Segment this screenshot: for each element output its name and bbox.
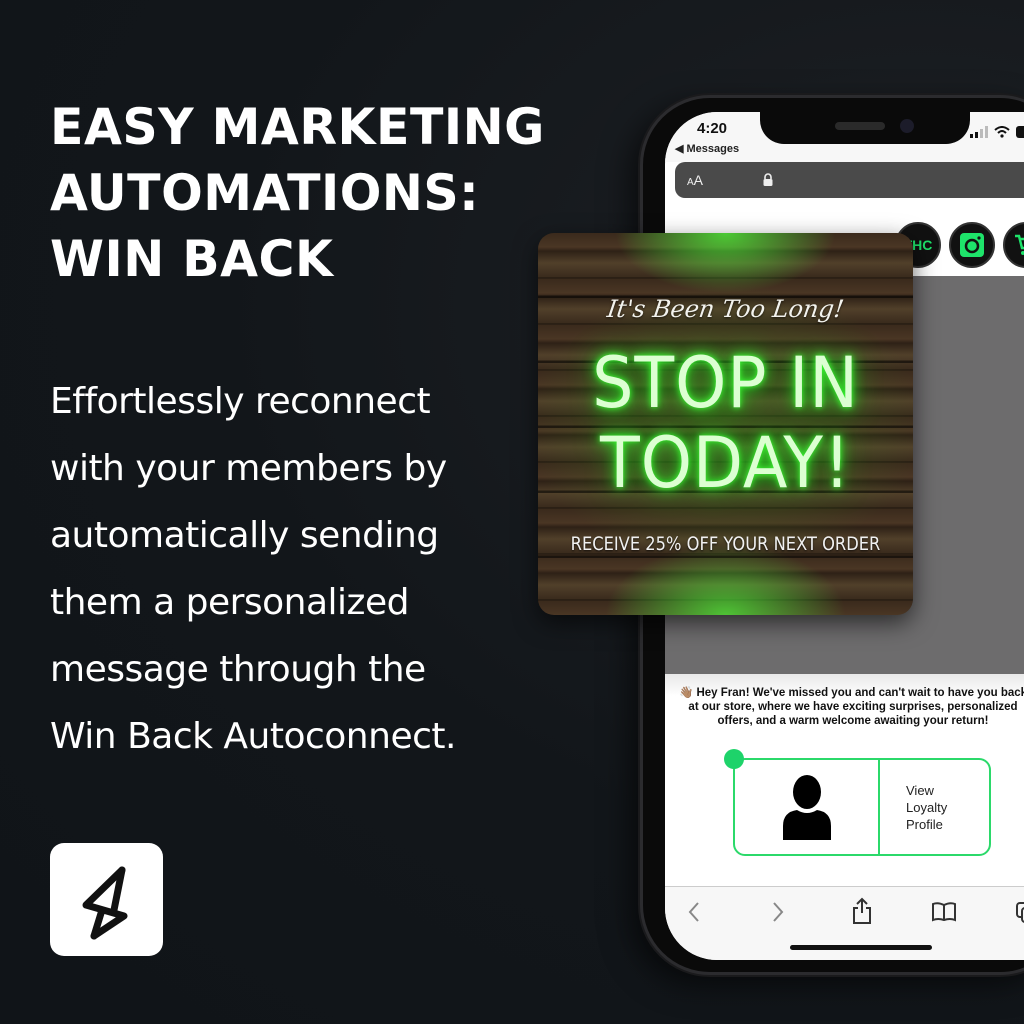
body-line: message through the bbox=[50, 649, 426, 690]
front-camera bbox=[900, 119, 914, 133]
headline-line: EASY MARKETING bbox=[50, 98, 545, 156]
speaker-grille bbox=[835, 122, 885, 130]
tabs-icon[interactable] bbox=[1015, 901, 1024, 925]
promo-headline-line: TODAY! bbox=[600, 422, 851, 504]
message-body: Hey Fran! We've missed you and can't wai… bbox=[688, 687, 1024, 727]
phone-notch bbox=[760, 112, 970, 144]
brand-logo bbox=[50, 843, 163, 956]
instagram-icon[interactable] bbox=[949, 222, 995, 268]
view-loyalty-profile-button[interactable]: View Loyalty Profile bbox=[724, 749, 991, 856]
body-line: automatically sending bbox=[50, 515, 439, 556]
promo-script-line: It's Been Too Long! bbox=[605, 295, 846, 323]
body-line: Win Back Autoconnect. bbox=[50, 716, 456, 757]
home-indicator bbox=[790, 945, 932, 950]
cart-icon[interactable] bbox=[1003, 222, 1024, 268]
loyalty-label: View Loyalty Profile bbox=[906, 783, 948, 832]
promo-card: It's Been Too Long! STOP IN TODAY! RECEI… bbox=[538, 233, 913, 615]
text-size-button[interactable]: AA bbox=[687, 172, 703, 188]
social-icon-row: THC bbox=[895, 222, 1024, 268]
back-to-messages-link[interactable]: ◀ Messages bbox=[675, 142, 739, 155]
forward-arrow-icon[interactable] bbox=[771, 901, 785, 923]
body-line: with your members by bbox=[50, 448, 447, 489]
url-bar[interactable]: AA bbox=[675, 162, 1024, 198]
user-icon bbox=[782, 775, 831, 840]
bookmarks-icon[interactable] bbox=[931, 901, 957, 923]
message-card: 👋🏽 Hey Fran! We've missed you and can't … bbox=[665, 674, 1024, 886]
avatar bbox=[735, 760, 880, 854]
status-icons bbox=[970, 126, 1024, 138]
share-icon[interactable] bbox=[851, 897, 873, 925]
status-bar: 4:20 ◀ Messages bbox=[665, 112, 1024, 162]
promo-headline-line: STOP IN bbox=[592, 342, 859, 424]
wifi-icon bbox=[994, 126, 1010, 138]
body-line: Effortlessly reconnect bbox=[50, 381, 431, 422]
battery-icon bbox=[1016, 126, 1024, 138]
message-text: 👋🏽 Hey Fran! We've missed you and can't … bbox=[673, 686, 1024, 728]
body-copy: Effortlessly reconnect with your members… bbox=[50, 368, 456, 770]
back-arrow-icon[interactable] bbox=[687, 901, 701, 923]
headline: EASY MARKETING AUTOMATIONS: WIN BACK bbox=[50, 94, 545, 292]
status-dot bbox=[724, 749, 744, 769]
status-time: 4:20 bbox=[697, 120, 728, 137]
headline-line: WIN BACK bbox=[50, 230, 334, 288]
signal-icon bbox=[970, 126, 988, 138]
body-line: them a personalized bbox=[50, 582, 409, 623]
lightning-bolt-icon bbox=[82, 866, 127, 939]
headline-line: AUTOMATIONS: bbox=[50, 164, 480, 222]
promo-headline: STOP IN TODAY! bbox=[551, 343, 900, 503]
waving-hand-icon: 👋🏽 bbox=[678, 687, 694, 699]
browser-toolbar bbox=[665, 886, 1024, 960]
promo-offer: RECEIVE 25% OFF YOUR NEXT ORDER bbox=[570, 534, 881, 555]
lock-icon bbox=[763, 173, 773, 186]
